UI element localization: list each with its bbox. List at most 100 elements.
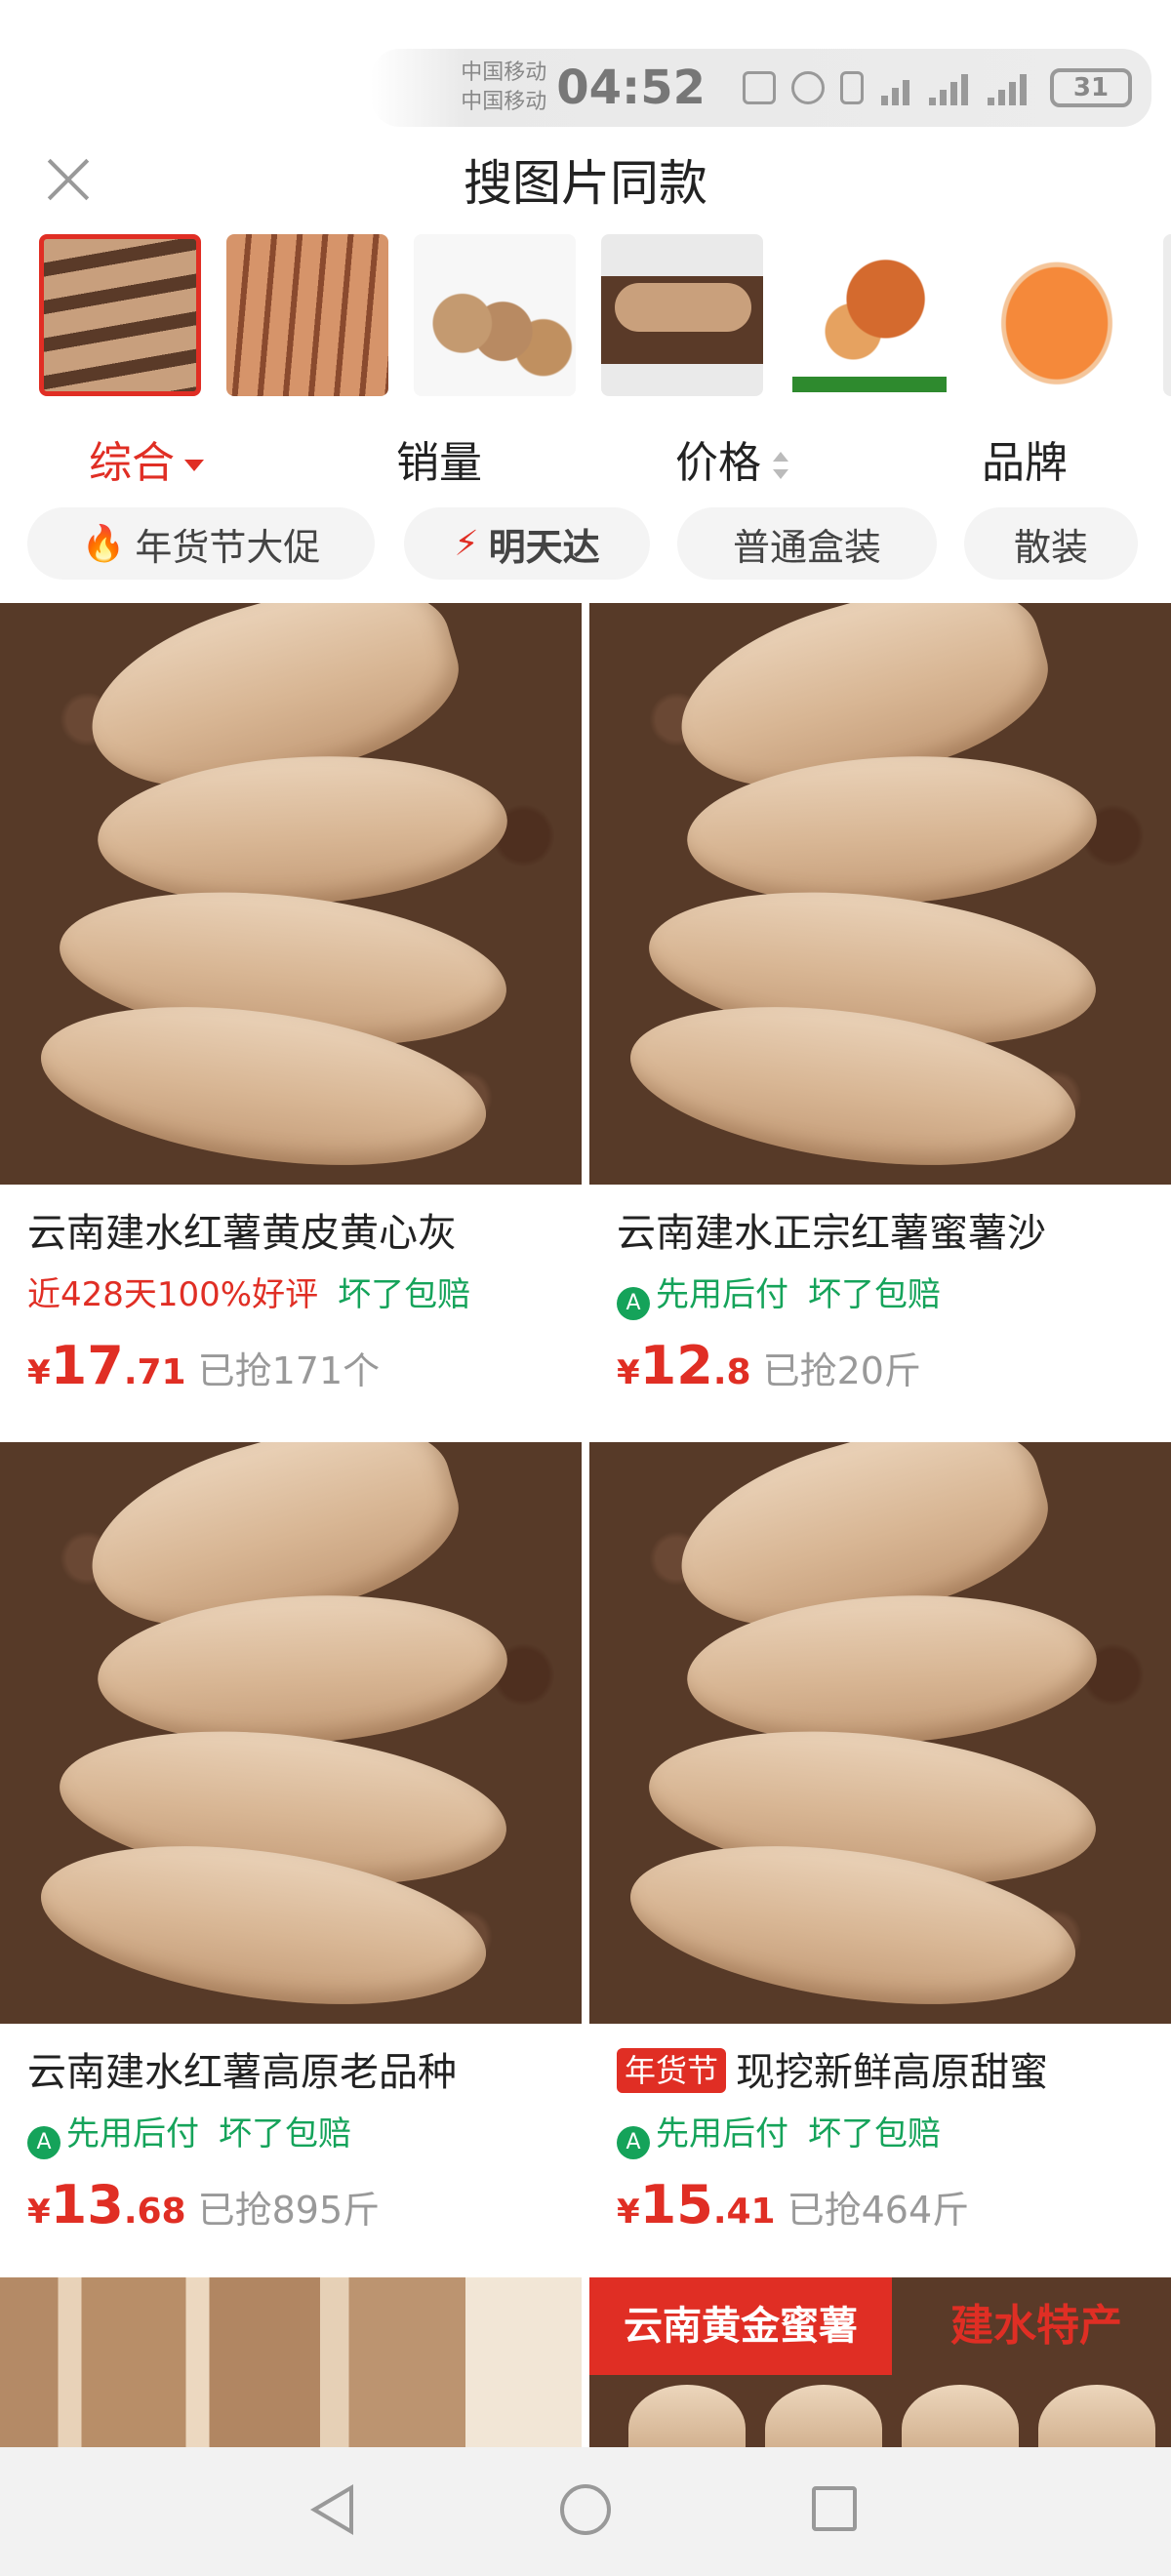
chip-loose[interactable]: 散装 — [964, 507, 1138, 580]
sold-count: 已抢895斤 — [197, 2189, 381, 2232]
product-card-partial[interactable] — [0, 2277, 582, 2447]
chip-label: 散装 — [1013, 525, 1088, 569]
pay-later-icon: A — [27, 2126, 61, 2159]
image-thumbnails — [39, 234, 1171, 400]
guarantee-tag: 坏了包赔 — [808, 2114, 941, 2153]
sold-count: 已抢464斤 — [787, 2189, 970, 2232]
product-tags: 近428天100%好评 坏了包赔 — [27, 1270, 582, 1319]
product-tags: A 先用后付 坏了包赔 — [27, 2110, 582, 2159]
sort-updown-icon — [773, 452, 788, 479]
price-row: ¥17.71 已抢171个 — [27, 1337, 582, 1395]
system-nav-bar — [0, 2447, 1171, 2576]
chip-new-year-sale[interactable]: 🔥 年货节大促 — [27, 507, 375, 580]
home-icon[interactable] — [560, 2484, 611, 2535]
product-card[interactable]: 云南建水红薯黄皮黄心灰 近428天100%好评 坏了包赔 ¥17.71 已抢171个 — [0, 603, 582, 1429]
product-title-text: 现挖新鲜高原甜蜜 — [736, 2050, 1049, 2095]
product-title: 云南建水正宗红薯蜜薯沙 — [617, 1211, 1046, 1256]
battery-icon: 31 — [1050, 68, 1132, 107]
sold-count: 已抢20斤 — [762, 1349, 921, 1392]
price-integer: 15 — [639, 2174, 713, 2235]
recent-apps-icon[interactable] — [812, 2486, 857, 2531]
product-card[interactable]: 云南建水红薯高原老品种 A 先用后付 坏了包赔 ¥13.68 已抢895斤 — [0, 1442, 582, 2268]
back-icon[interactable] — [310, 2484, 353, 2535]
status-bar-pill: 中国移动 中国移动 04:52 31 — [371, 49, 1151, 127]
price-symbol: ¥ — [27, 2193, 51, 2232]
lightning-icon: ⚡ — [454, 523, 479, 564]
alarm-icon — [791, 71, 825, 104]
product-title: 云南建水红薯高原老品种 — [27, 2050, 457, 2095]
chip-label: 年货节大促 — [135, 525, 321, 569]
wifi-6-icon — [881, 70, 909, 105]
signal-4g-icon-2 — [988, 70, 1027, 105]
product-title: 云南建水红薯黄皮黄心灰 — [27, 1211, 457, 1256]
pay-later-tag: 先用后付 — [656, 2114, 788, 2153]
tab-label: 综合 — [89, 438, 175, 488]
caret-down-icon — [184, 460, 204, 471]
price-decimal: .71 — [123, 1352, 186, 1392]
carrier-1: 中国移动 — [461, 60, 547, 85]
carrier-2: 中国移动 — [461, 90, 547, 114]
header: 搜图片同款 — [0, 137, 1171, 224]
price-symbol: ¥ — [617, 2193, 640, 2232]
thumbnail-2[interactable] — [226, 234, 388, 396]
tab-price[interactable]: 价格 — [586, 420, 878, 507]
thumbnail-5[interactable] — [788, 234, 950, 396]
pay-later-tag: 先用后付 — [656, 1275, 788, 1314]
thumbnail-4[interactable] — [601, 234, 763, 396]
signal-4g-icon — [929, 70, 968, 105]
price-integer: 12 — [639, 1335, 713, 1396]
thumbnail-6[interactable] — [976, 234, 1138, 396]
clock: 04:52 — [556, 60, 706, 115]
chip-label: 普通盒装 — [732, 525, 881, 569]
fire-icon: 🔥 — [81, 524, 126, 564]
thumbnail-1[interactable] — [39, 234, 201, 396]
chip-next-day[interactable]: ⚡ 明天达 — [404, 507, 650, 580]
product-card[interactable]: 云南建水正宗红薯蜜薯沙 A 先用后付 坏了包赔 ¥12.8 已抢20斤 — [589, 603, 1171, 1429]
thumbnail-7[interactable] — [1163, 234, 1171, 396]
product-tags: A 先用后付 坏了包赔 — [617, 2110, 1171, 2159]
price-row: ¥12.8 已抢20斤 — [617, 1337, 1171, 1395]
vibrate-icon — [840, 71, 864, 104]
price-integer: 13 — [50, 2174, 124, 2235]
price-integer: 17 — [50, 1335, 124, 1396]
price-symbol: ¥ — [617, 1353, 640, 1392]
tab-label: 品牌 — [982, 438, 1068, 488]
festival-badge: 年货节 — [617, 2048, 727, 2093]
tab-label: 销量 — [396, 438, 482, 488]
sort-tabs: 综合 销量 价格 品牌 — [0, 420, 1171, 507]
product-image — [0, 1442, 582, 2024]
product-image — [589, 603, 1171, 1185]
tab-label: 价格 — [675, 438, 761, 488]
price-row: ¥13.68 已抢895斤 — [27, 2176, 582, 2234]
guarantee-tag: 坏了包赔 — [338, 1275, 471, 1314]
sold-count: 已抢171个 — [197, 1349, 381, 1392]
thumbnail-3[interactable] — [414, 234, 576, 396]
price-decimal: .8 — [712, 1352, 751, 1392]
carrier-info: 中国移动 中国移动 — [461, 59, 546, 117]
rating-tag: 近428天100%好评 — [27, 1275, 319, 1314]
thumbnail-5-tag — [792, 377, 947, 392]
guarantee-tag: 坏了包赔 — [219, 2114, 351, 2153]
product-title: 年货节 现挖新鲜高原甜蜜 — [617, 2045, 1171, 2100]
pay-later-icon: A — [617, 2126, 650, 2159]
product-image — [0, 603, 582, 1185]
product-card-partial[interactable]: 云南黄金蜜薯 建水特产 — [589, 2277, 1171, 2447]
pay-later-icon: A — [617, 1287, 650, 1320]
tab-comprehensive[interactable]: 综合 — [0, 420, 293, 507]
chip-label: 明天达 — [488, 525, 600, 569]
price-symbol: ¥ — [27, 1353, 51, 1392]
banner-subtitle: 建水特产 — [950, 2301, 1122, 2351]
product-card[interactable]: 年货节 现挖新鲜高原甜蜜 A 先用后付 坏了包赔 ¥15.41 已抢464斤 — [589, 1442, 1171, 2268]
price-decimal: .68 — [123, 2192, 186, 2232]
page-title: 搜图片同款 — [464, 155, 707, 212]
status-bar: 中国移动 中国移动 04:52 31 — [0, 0, 1171, 127]
price-decimal: .41 — [712, 2192, 776, 2232]
product-tags: A 先用后付 坏了包赔 — [617, 1270, 1171, 1320]
price-row: ¥15.41 已抢464斤 — [617, 2176, 1171, 2234]
tab-sales[interactable]: 销量 — [293, 420, 586, 507]
chip-boxed[interactable]: 普通盒装 — [677, 507, 937, 580]
banner-title: 云南黄金蜜薯 — [589, 2277, 892, 2375]
tab-brand[interactable]: 品牌 — [878, 420, 1171, 507]
product-image — [589, 1442, 1171, 2024]
guarantee-tag: 坏了包赔 — [808, 1275, 941, 1314]
